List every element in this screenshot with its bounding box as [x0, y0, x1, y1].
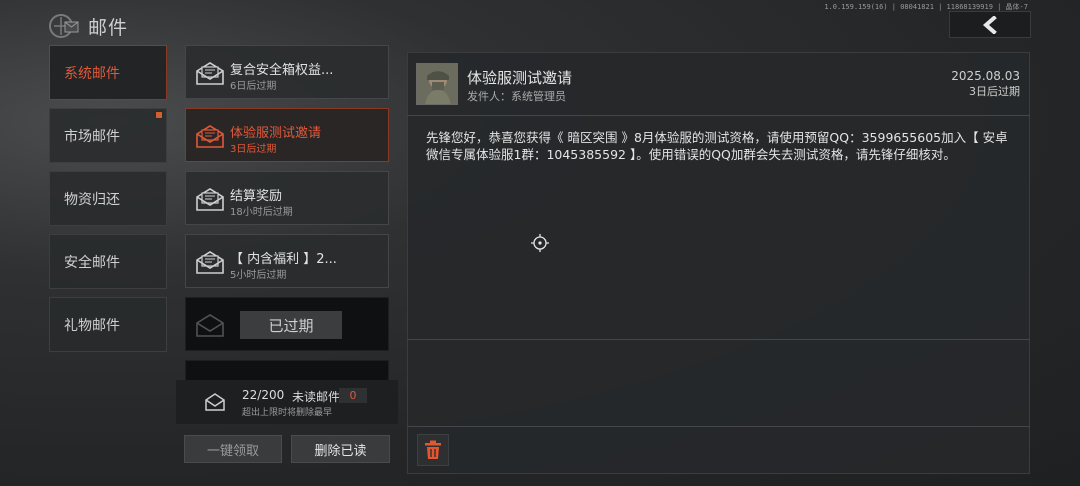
- envelope-icon: [196, 314, 224, 337]
- tab-supply-return[interactable]: 物资归还: [49, 171, 167, 226]
- mail-list[interactable]: 复合安全箱权益... 6日后过期 体验服测试邀请 3日后过期 结算奖励 18小时…: [175, 42, 399, 380]
- divider: [407, 426, 1030, 427]
- mail-item-expired[interactable]: [185, 360, 389, 380]
- divider: [407, 115, 1030, 116]
- mail-title: 【 内含福利 】2...: [230, 252, 337, 267]
- tab-label: 市场邮件: [64, 128, 120, 145]
- delete-read-button[interactable]: 删除已读: [291, 435, 390, 463]
- chevron-left-icon: [982, 15, 997, 34]
- mail-title: 结算奖励: [230, 189, 283, 204]
- unread-label: 未读邮件: [292, 390, 341, 404]
- tab-label: 安全邮件: [64, 254, 120, 271]
- tab-label: 系统邮件: [64, 65, 120, 82]
- detail-sender: 发件人：系统管理员: [467, 90, 566, 103]
- mail-logo-icon: [48, 13, 80, 39]
- mail-expiry: 18小时后过期: [230, 207, 293, 218]
- tab-market-mail[interactable]: 市场邮件: [49, 108, 167, 163]
- delete-mail-button[interactable]: [417, 434, 449, 466]
- mail-count: 22/200: [242, 388, 285, 402]
- mail-title: 复合安全箱权益...: [230, 63, 334, 78]
- mail-expiry: 5小时后过期: [230, 270, 287, 281]
- trash-icon: [425, 440, 441, 459]
- mail-title: 体验服测试邀请: [230, 126, 322, 141]
- sender-avatar: [416, 63, 458, 105]
- envelope-open-icon: [196, 125, 224, 148]
- crosshair-icon: [531, 234, 549, 252]
- claim-all-button[interactable]: 一键领取: [184, 435, 282, 463]
- tab-label: 物资归还: [64, 191, 120, 208]
- envelope-icon: [196, 188, 224, 211]
- divider: [407, 339, 1030, 340]
- mail-box-icon: [205, 393, 225, 411]
- back-button[interactable]: [949, 11, 1031, 38]
- page-title: 邮件: [88, 17, 129, 39]
- detail-date: 2025.08.03: [951, 69, 1020, 83]
- envelope-icon: [196, 62, 224, 85]
- mail-item[interactable]: 复合安全箱权益... 6日后过期: [185, 45, 389, 99]
- mail-item[interactable]: 【 内含福利 】2... 5小时后过期: [185, 234, 389, 288]
- mail-expiry: 6日后过期: [230, 81, 277, 92]
- mail-item-expired[interactable]: 已过期: [185, 297, 389, 351]
- unread-count: 0: [339, 388, 367, 403]
- tab-system-mail[interactable]: 系统邮件: [49, 45, 167, 100]
- envelope-icon: [196, 251, 224, 274]
- notification-dot: [155, 111, 163, 119]
- tab-gift-mail[interactable]: 礼物邮件: [49, 297, 167, 352]
- detail-expiry: 3日后过期: [969, 85, 1020, 98]
- tab-security-mail[interactable]: 安全邮件: [49, 234, 167, 289]
- expired-label: 已过期: [240, 311, 342, 339]
- detail-title: 体验服测试邀请: [467, 69, 573, 87]
- mail-expiry: 3日后过期: [230, 144, 277, 155]
- mail-item[interactable]: 结算奖励 18小时后过期: [185, 171, 389, 225]
- mail-counter: 22/200 未读邮件 0 超出上限时将删除最早: [176, 380, 398, 424]
- mail-item-selected[interactable]: 体验服测试邀请 3日后过期: [185, 108, 389, 162]
- tab-label: 礼物邮件: [64, 317, 120, 334]
- detail-body: 先锋您好，恭喜您获得《 暗区突围 》8月体验服的测试资格，请使用预留QQ：359…: [426, 130, 1008, 162]
- limit-note: 超出上限时将删除最早: [242, 408, 333, 418]
